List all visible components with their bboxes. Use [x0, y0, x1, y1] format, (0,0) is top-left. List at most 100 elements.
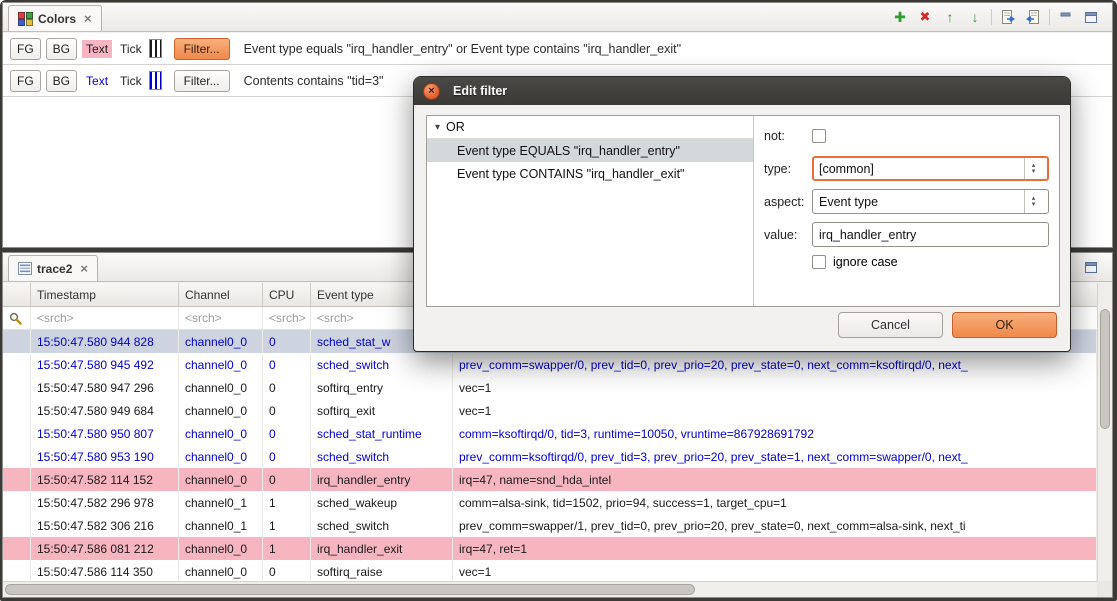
cell-cpu[interactable]: 1: [263, 514, 311, 537]
search-icon-cell[interactable]: [3, 307, 31, 329]
cell-timestamp[interactable]: 15:50:47.582 114 152: [31, 468, 179, 491]
column-header-cpu[interactable]: CPU: [263, 283, 311, 306]
tab-close-icon[interactable]: ×: [84, 11, 92, 26]
cell-cpu[interactable]: 0: [263, 468, 311, 491]
filter-tree-node[interactable]: Event type EQUALS "irq_handler_entry": [427, 139, 753, 162]
event-row[interactable]: 15:50:47.582 114 152channel0_00irq_handl…: [3, 468, 1097, 491]
cell-timestamp[interactable]: 15:50:47.580 947 296: [31, 376, 179, 399]
event-row[interactable]: 15:50:47.580 945 492channel0_00sched_swi…: [3, 353, 1097, 376]
search-field-cpu[interactable]: <srch>: [263, 307, 311, 329]
row-marker[interactable]: [3, 445, 31, 468]
cell-timestamp[interactable]: 15:50:47.582 296 978: [31, 491, 179, 514]
cell-channel[interactable]: channel0_1: [179, 491, 263, 514]
expand-arrow-icon[interactable]: ▾: [435, 122, 440, 133]
row-marker[interactable]: [3, 376, 31, 399]
cell-contents[interactable]: vec=1: [453, 560, 1097, 581]
cell-cpu[interactable]: 0: [263, 560, 311, 581]
cell-contents[interactable]: irq=47, ret=1: [453, 537, 1097, 560]
cell-event-type[interactable]: irq_handler_exit: [311, 537, 453, 560]
tab-close-icon[interactable]: ×: [80, 261, 88, 276]
tree-node-or[interactable]: ▾ OR: [427, 116, 753, 139]
cell-cpu[interactable]: 0: [263, 376, 311, 399]
cell-contents[interactable]: prev_comm=ksoftirqd/0, prev_tid=3, prev_…: [453, 445, 1097, 468]
vertical-scrollbar-thumb[interactable]: [1100, 309, 1110, 429]
spinner-icon[interactable]: ▴▾: [1024, 190, 1042, 213]
export-colors-button[interactable]: [999, 8, 1017, 26]
row-marker[interactable]: [3, 353, 31, 376]
cell-timestamp[interactable]: 15:50:47.582 306 216: [31, 514, 179, 537]
cell-timestamp[interactable]: 15:50:47.580 945 492: [31, 353, 179, 376]
cell-channel[interactable]: channel0_1: [179, 514, 263, 537]
type-combo[interactable]: [common] ▴▾: [812, 156, 1049, 181]
bg-color-button[interactable]: BG: [46, 38, 77, 60]
cell-timestamp[interactable]: 15:50:47.580 953 190: [31, 445, 179, 468]
horizontal-scrollbar[interactable]: [3, 581, 1097, 597]
cancel-button[interactable]: Cancel: [838, 312, 943, 338]
cell-timestamp[interactable]: 15:50:47.586 114 350: [31, 560, 179, 581]
tick-color-swatch[interactable]: [149, 71, 162, 90]
cell-timestamp[interactable]: 15:50:47.580 950 807: [31, 422, 179, 445]
ignore-case-checkbox[interactable]: [812, 255, 826, 269]
cell-channel[interactable]: channel0_0: [179, 330, 263, 353]
row-marker[interactable]: [3, 560, 31, 581]
column-header-channel[interactable]: Channel: [179, 283, 263, 306]
event-row[interactable]: 15:50:47.582 296 978channel0_11sched_wak…: [3, 491, 1097, 514]
cell-event-type[interactable]: sched_switch: [311, 514, 453, 537]
row-marker[interactable]: [3, 422, 31, 445]
row-marker[interactable]: [3, 399, 31, 422]
spinner-icon[interactable]: ▴▾: [1024, 158, 1042, 179]
cell-cpu[interactable]: 0: [263, 445, 311, 468]
column-header-timestamp[interactable]: Timestamp: [31, 283, 179, 306]
cell-timestamp[interactable]: 15:50:47.580 949 684: [31, 399, 179, 422]
vertical-scrollbar[interactable]: [1097, 283, 1112, 581]
cell-channel[interactable]: channel0_0: [179, 445, 263, 468]
cell-event-type[interactable]: sched_switch: [311, 353, 453, 376]
event-row[interactable]: 15:50:47.580 949 684channel0_00softirq_e…: [3, 399, 1097, 422]
tick-color-swatch[interactable]: [149, 39, 162, 58]
color-setting-row[interactable]: FGBGTextTickFilter...Event type equals "…: [3, 33, 1112, 65]
row-marker[interactable]: [3, 330, 31, 353]
cell-event-type[interactable]: softirq_entry: [311, 376, 453, 399]
cell-contents[interactable]: comm=ksoftirqd/0, tid=3, runtime=10050, …: [453, 422, 1097, 445]
close-button[interactable]: ×: [423, 83, 440, 100]
tab-trace2[interactable]: trace2 ×: [8, 255, 98, 281]
cell-contents[interactable]: prev_comm=swapper/0, prev_tid=0, prev_pr…: [453, 353, 1097, 376]
search-field-channel[interactable]: <srch>: [179, 307, 263, 329]
event-row[interactable]: 15:50:47.582 306 216channel0_11sched_swi…: [3, 514, 1097, 537]
move-up-button[interactable]: ↑: [941, 8, 959, 26]
dialog-titlebar[interactable]: × Edit filter: [414, 77, 1070, 105]
event-row[interactable]: 15:50:47.586 114 350channel0_00softirq_r…: [3, 560, 1097, 581]
cell-channel[interactable]: channel0_0: [179, 468, 263, 491]
cell-channel[interactable]: channel0_0: [179, 560, 263, 581]
cell-event-type[interactable]: softirq_exit: [311, 399, 453, 422]
cell-event-type[interactable]: sched_stat_runtime: [311, 422, 453, 445]
event-row[interactable]: 15:50:47.586 081 212channel0_01irq_handl…: [3, 537, 1097, 560]
cell-channel[interactable]: channel0_0: [179, 376, 263, 399]
cell-event-type[interactable]: sched_wakeup: [311, 491, 453, 514]
ok-button[interactable]: OK: [952, 312, 1057, 338]
tab-colors[interactable]: Colors ×: [8, 5, 102, 31]
filter-button[interactable]: Filter...: [174, 70, 230, 92]
cell-channel[interactable]: channel0_0: [179, 422, 263, 445]
cell-event-type[interactable]: irq_handler_entry: [311, 468, 453, 491]
minimize-view-button[interactable]: [1057, 8, 1075, 26]
cell-cpu[interactable]: 1: [263, 537, 311, 560]
fg-color-button[interactable]: FG: [10, 38, 41, 60]
cell-channel[interactable]: channel0_0: [179, 353, 263, 376]
cell-cpu[interactable]: 1: [263, 491, 311, 514]
search-field-timestamp[interactable]: <srch>: [31, 307, 179, 329]
filter-tree-node[interactable]: Event type CONTAINS "irq_handler_exit": [427, 162, 753, 185]
cell-cpu[interactable]: 0: [263, 330, 311, 353]
maximize-view-button[interactable]: [1082, 258, 1100, 276]
add-color-button[interactable]: ✚: [891, 8, 909, 26]
event-row[interactable]: 15:50:47.580 947 296channel0_00softirq_e…: [3, 376, 1097, 399]
cell-contents[interactable]: comm=alsa-sink, tid=1502, prio=94, succe…: [453, 491, 1097, 514]
cell-cpu[interactable]: 0: [263, 399, 311, 422]
row-marker[interactable]: [3, 514, 31, 537]
cell-contents[interactable]: vec=1: [453, 399, 1097, 422]
fg-color-button[interactable]: FG: [10, 70, 41, 92]
cell-event-type[interactable]: softirq_raise: [311, 560, 453, 581]
event-row[interactable]: 15:50:47.580 953 190channel0_00sched_swi…: [3, 445, 1097, 468]
cell-cpu[interactable]: 0: [263, 422, 311, 445]
horizontal-scrollbar-thumb[interactable]: [5, 584, 695, 595]
